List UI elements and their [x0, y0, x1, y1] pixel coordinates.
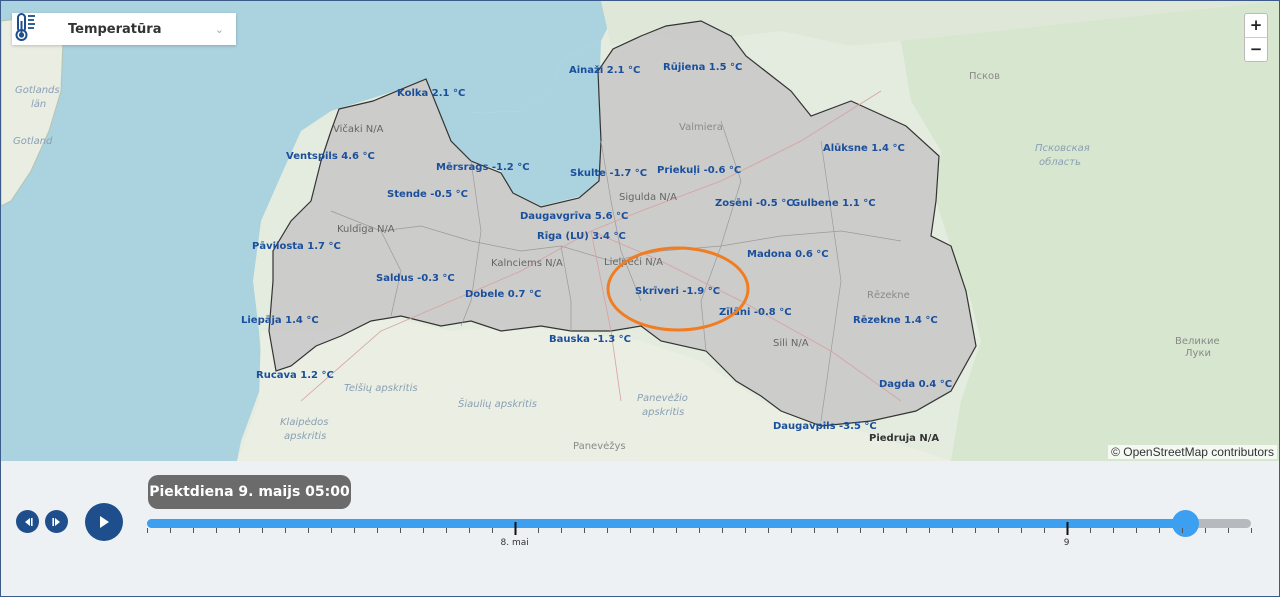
map-attribution[interactable]: © OpenStreetMap contributors — [1108, 445, 1277, 459]
play-button[interactable] — [85, 503, 123, 541]
station-daugavgriva[interactable]: Daugavgrīva 5.6 °C — [520, 211, 628, 222]
station-piedruja[interactable]: Piedruja N/A — [869, 433, 939, 444]
map-view[interactable]: Gotlands län Gotland Псков Псковская обл… — [1, 1, 1279, 461]
thermometer-icon — [15, 13, 58, 45]
station-rucava[interactable]: Rucava 1.2 °C — [256, 370, 334, 381]
timeline-ticks — [147, 522, 1252, 535]
zoom-out-button[interactable]: − — [1245, 37, 1267, 61]
label-gotland: Gotland — [13, 136, 53, 147]
station-mersrags[interactable]: Mērsrags -1.2 °C — [436, 162, 530, 173]
station-ventspils[interactable]: Ventspils 4.6 °C — [286, 151, 375, 162]
step-forward-icon — [51, 517, 60, 526]
zoom-control: + − — [1244, 13, 1268, 62]
station-sigulda[interactable]: Sigulda N/A — [619, 192, 677, 203]
label-panevezio-1: Panevėžio — [637, 392, 688, 404]
station-dobele[interactable]: Dobele 0.7 °C — [465, 289, 541, 300]
label-pskov-obl-1: Псковская — [1035, 143, 1090, 154]
station-sili[interactable]: Sili N/A — [773, 338, 809, 349]
station-saldus[interactable]: Saldus -0.3 °C — [376, 273, 455, 284]
station-rezekne[interactable]: Rēzekne 1.4 °C — [853, 315, 938, 326]
station-madona[interactable]: Madona 0.6 °C — [747, 249, 829, 260]
station-bauska[interactable]: Bauska -1.3 °C — [549, 334, 631, 345]
timeline-panel: Piektdiena 9. maijs 05:00 8. mai 9 — [1, 461, 1279, 596]
station-kolka[interactable]: Kolka 2.1 °C — [397, 88, 465, 99]
label-velikie-2: Луки — [1185, 348, 1211, 359]
label-rezekne-city: Rēzekne — [867, 290, 910, 301]
label-panevezio-2: apskritis — [642, 407, 684, 418]
station-pavilosta[interactable]: Pāvilosta 1.7 °C — [252, 241, 341, 252]
label-telsiu: Telšių apskritis — [344, 382, 418, 394]
station-stende[interactable]: Stende -0.5 °C — [387, 189, 468, 200]
timeline-track[interactable] — [147, 519, 1251, 528]
station-aluksne[interactable]: Alūksne 1.4 °C — [823, 143, 905, 154]
timeline-tick-label: 9 — [1063, 538, 1070, 548]
label-valmiera: Valmiera — [679, 122, 723, 133]
station-rujiena[interactable]: Rūjiena 1.5 °C — [663, 62, 742, 73]
layer-selector-label: Temperatūra — [68, 21, 162, 37]
current-time-label: Piektdiena 9. maijs 05:00 — [148, 475, 351, 509]
station-kalnciems[interactable]: Kalnciems N/A — [491, 258, 563, 269]
station-priekuli[interactable]: Priekuļi -0.6 °C — [657, 165, 741, 176]
layer-selector[interactable]: Temperatūra ⌄ — [12, 13, 236, 45]
label-panevezys: Panevėžys — [573, 440, 626, 452]
label-velikie-1: Великие — [1175, 336, 1220, 347]
station-kuldiga[interactable]: Kuldīga N/A — [337, 224, 395, 235]
label-pskov-obl-2: область — [1039, 156, 1081, 168]
label-lan: län — [31, 99, 46, 110]
label-klaipedos-2: apskritis — [284, 431, 326, 442]
step-forward-button[interactable] — [45, 510, 68, 533]
station-liepaja[interactable]: Liepāja 1.4 °C — [241, 315, 319, 326]
chevron-down-icon: ⌄ — [214, 22, 224, 36]
station-riga-lu[interactable]: Rīga (LU) 3.4 °C — [537, 231, 626, 242]
station-vicaki[interactable]: Vičaki N/A — [333, 123, 384, 135]
station-daugavpils[interactable]: Daugavpils -3.5 °C — [773, 421, 877, 432]
station-skulte[interactable]: Skulte -1.7 °C — [570, 168, 647, 179]
station-skriveri[interactable]: Skrīveri -1.9 °C — [635, 286, 720, 297]
timeline-tick-label: 8. mai — [500, 538, 529, 548]
zoom-in-button[interactable]: + — [1245, 14, 1267, 37]
label-siauliu: Šiaulių apskritis — [458, 397, 537, 410]
step-back-icon — [24, 517, 33, 526]
station-ainazi[interactable]: Ainaži 2.1 °C — [569, 64, 640, 76]
label-pskov: Псков — [969, 71, 1000, 82]
step-back-button[interactable] — [16, 510, 39, 533]
app-root: Gotlands län Gotland Псков Псковская обл… — [0, 0, 1280, 597]
play-icon — [100, 516, 109, 528]
russia-land — [901, 1, 1279, 461]
map-canvas: Gotlands län Gotland Псков Псковская обл… — [1, 1, 1279, 461]
station-dagda[interactable]: Dagda 0.4 °C — [879, 379, 952, 390]
station-zoseni[interactable]: Zosēni -0.5 °C — [715, 198, 794, 209]
label-klaipedos-1: Klaipėdos — [280, 417, 328, 428]
timeline-progress — [147, 519, 1185, 528]
station-gulbene[interactable]: Gulbene 1.1 °C — [792, 198, 876, 209]
label-gotlands: Gotlands — [15, 85, 60, 96]
